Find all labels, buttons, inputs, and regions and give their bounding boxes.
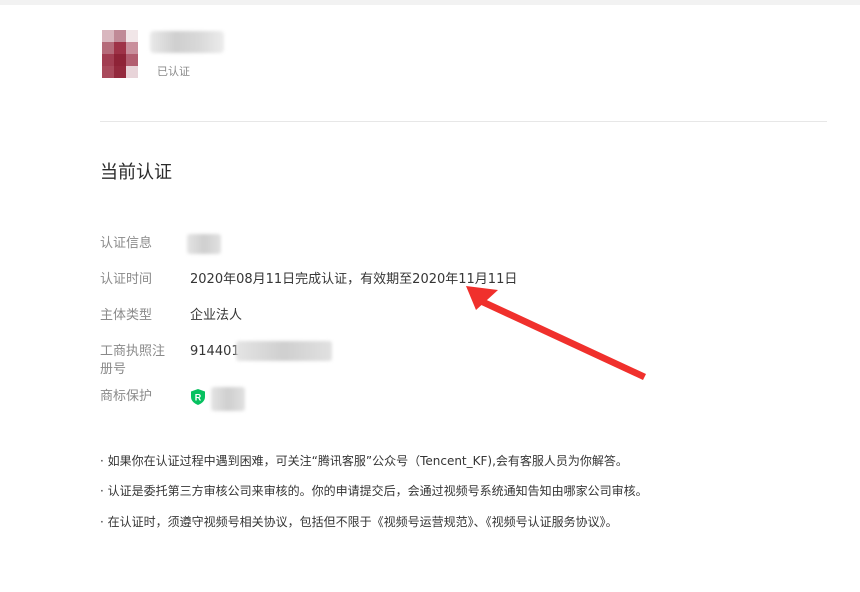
annotation-arrow (466, 286, 646, 380)
